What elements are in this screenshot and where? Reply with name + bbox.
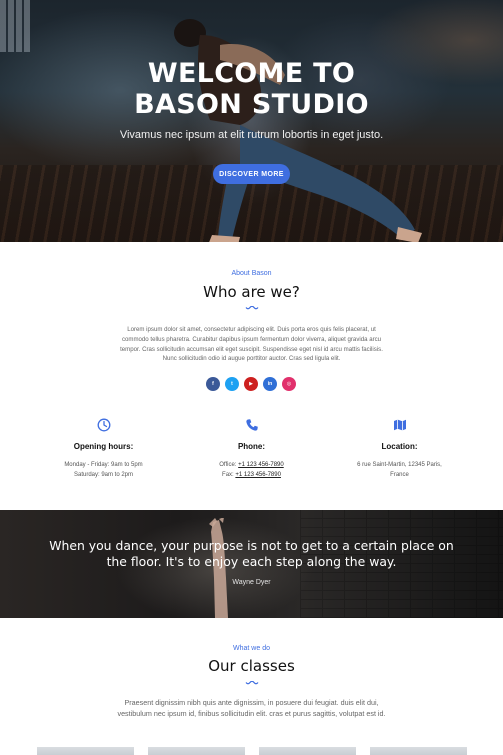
hero-section: WELCOME TO BASON STUDIO Vivamus nec ipsu… — [0, 0, 503, 242]
phone-block: Phone: Office: +1 123 456-7890 Fax: +1 1… — [168, 418, 335, 480]
phone-label: Phone: — [237, 442, 266, 451]
fax-prefix: Fax: — [222, 472, 236, 478]
wave-divider-icon — [245, 681, 259, 685]
clock-icon — [97, 418, 110, 432]
quote-line-2: the floor. It's to enjoy each step along… — [106, 554, 397, 569]
office-phone-line: Office: +1 123 456-7890 — [168, 460, 335, 470]
about-eyebrow: About Bason — [231, 270, 272, 277]
location-label: Location: — [381, 442, 418, 451]
quote-text: When you dance, your purpose is not to g… — [30, 538, 473, 570]
class-card[interactable] — [148, 747, 245, 755]
window-light — [0, 0, 30, 52]
class-cards — [37, 747, 467, 755]
class-card[interactable] — [259, 747, 356, 755]
about-description: Lorem ipsum dolor sit amet, consectetur … — [108, 325, 395, 364]
phone-icon — [245, 419, 258, 431]
location-block: Location: 6 rue Saint-Martin, 12345 Pari… — [316, 418, 483, 480]
quote-author: Wayne Dyer — [232, 579, 271, 586]
opening-hours-label: Opening hours: — [73, 442, 134, 451]
hero-subtitle: Vivamus nec ipsum at elit rutrum loborti… — [119, 129, 384, 141]
address-line-1: 6 rue Saint-Martin, 12345 Paris, — [357, 462, 442, 468]
fax-link[interactable]: +1 123 456-7890 — [235, 472, 281, 478]
linkedin-icon[interactable]: in — [263, 377, 277, 391]
classes-heading: Our classes — [208, 657, 295, 675]
class-card[interactable] — [37, 747, 134, 755]
about-line: commodo tellus pharetra. Curabitur dapib… — [121, 335, 382, 343]
twitter-icon[interactable]: t — [225, 377, 239, 391]
social-links: f t ▶ in ◎ — [206, 377, 298, 391]
fax-line: Fax: +1 123 456-7890 — [168, 470, 335, 480]
hero-title-line-2: BASON STUDIO — [134, 89, 369, 120]
instagram-icon[interactable]: ◎ — [282, 377, 296, 391]
hero-title: WELCOME TO BASON STUDIO — [0, 58, 503, 120]
class-card[interactable] — [370, 747, 467, 755]
classes-eyebrow: What we do — [233, 645, 270, 652]
about-line: tempor. Cras sollicitudin accumsan elit … — [120, 345, 383, 353]
classes-description: Praesent dignissim nibh quis ante dignis… — [102, 697, 401, 719]
about-line: Lorem ipsum dolor sit amet, consectetur … — [127, 326, 376, 333]
hours-saturday: Saturday: 9am to 2pm — [73, 472, 134, 478]
address-line-2: France — [390, 472, 409, 478]
classes-line-1: Praesent dignissim nibh quis ante dignis… — [124, 698, 379, 707]
discover-more-button[interactable]: DISCOVER MORE — [213, 164, 290, 184]
about-line: Nunc sollicitudin odio id augue porttito… — [162, 355, 341, 363]
quote-line-1: When you dance, your purpose is not to g… — [49, 538, 454, 553]
opening-hours-block: Opening hours: Monday - Friday: 9am to 5… — [20, 418, 187, 480]
about-heading: Who are we? — [203, 283, 300, 301]
facebook-icon[interactable]: f — [206, 377, 220, 391]
classes-line-2: vestibulum nec ipsum id, finibus sollici… — [117, 709, 386, 718]
youtube-icon[interactable]: ▶ — [244, 377, 258, 391]
wave-divider-icon — [245, 306, 259, 310]
hero-title-line-1: WELCOME TO — [147, 58, 356, 89]
office-phone-link[interactable]: +1 123 456-7890 — [238, 462, 284, 468]
office-prefix: Office: — [219, 462, 239, 468]
hours-weekday: Monday - Friday: 9am to 5pm — [64, 462, 143, 468]
map-icon — [393, 419, 406, 431]
